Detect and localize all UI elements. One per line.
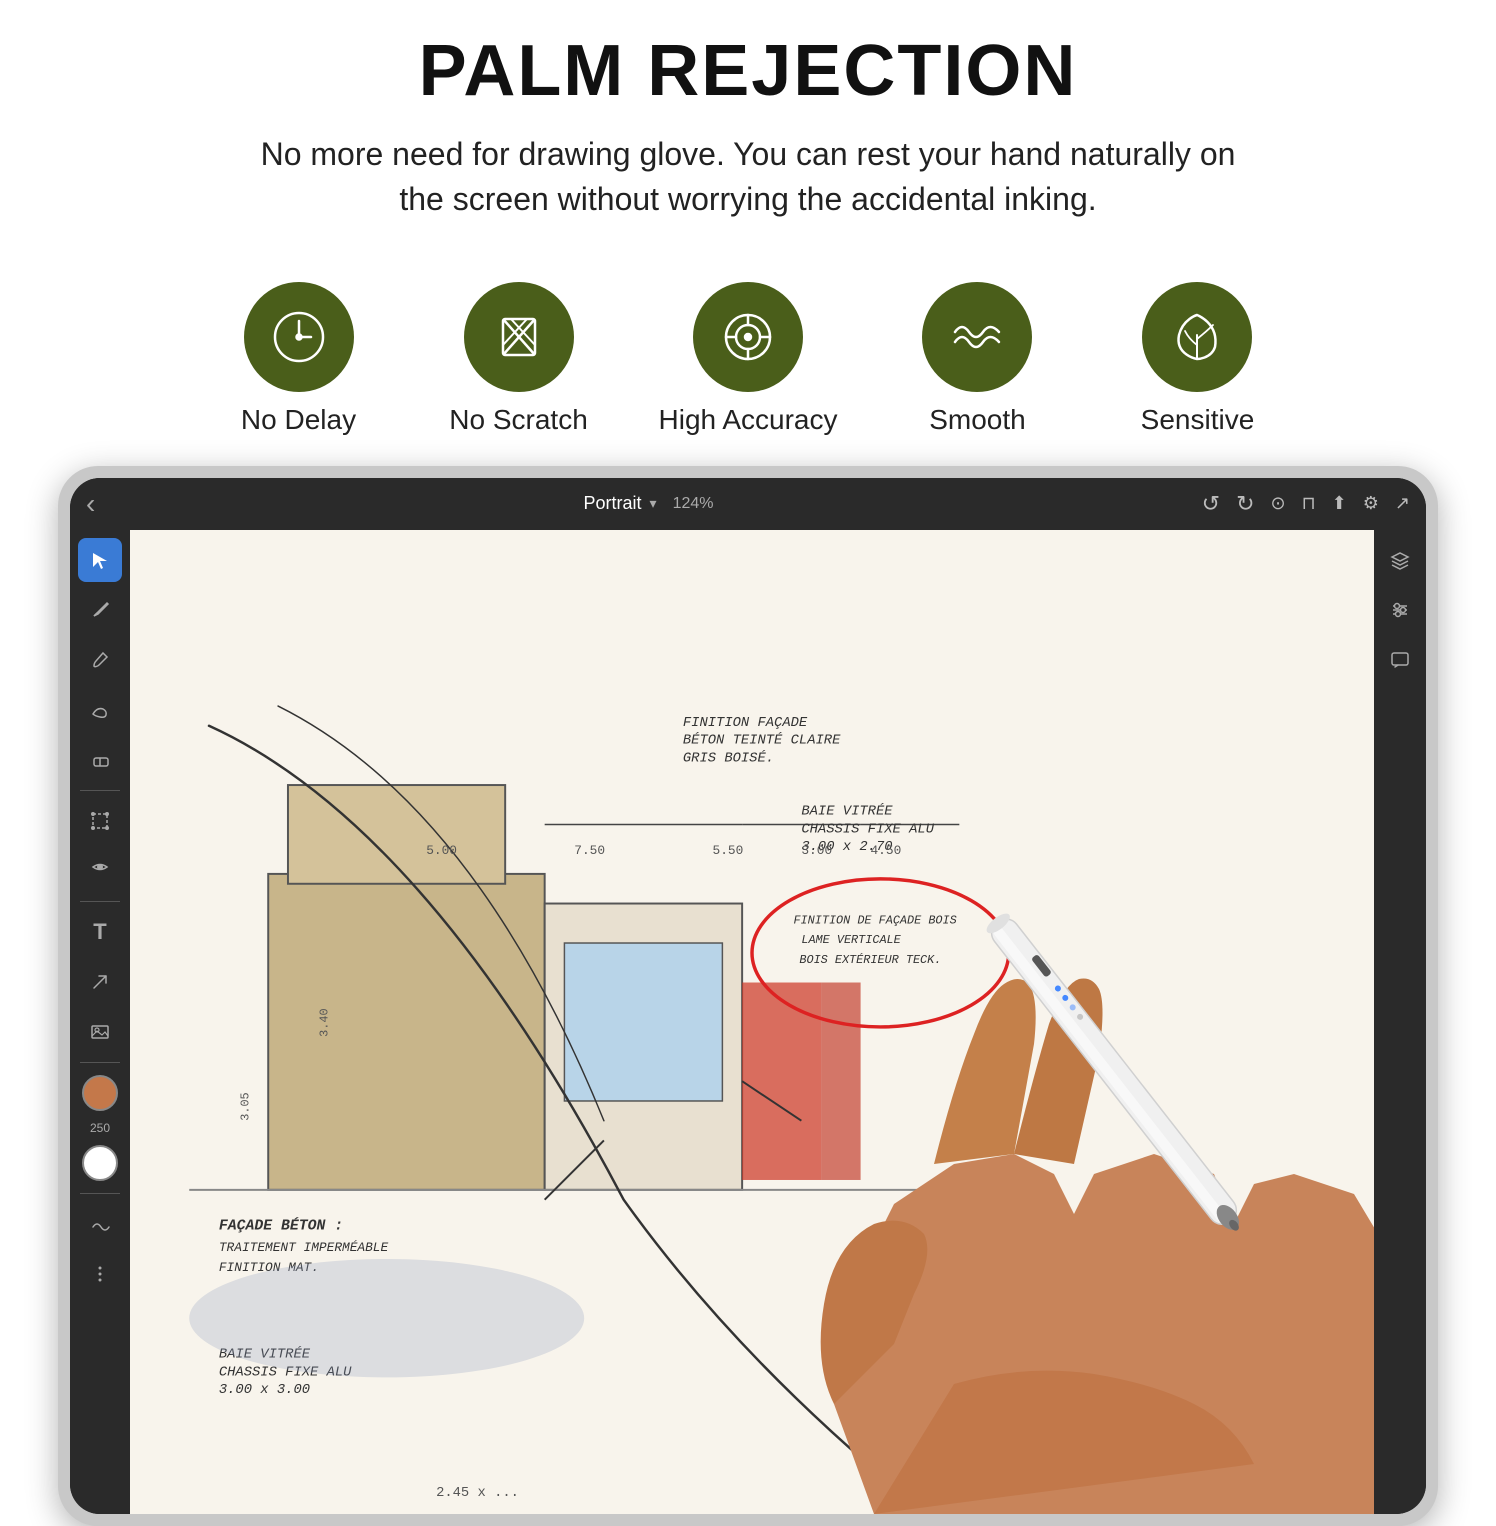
smudge-icon <box>89 699 111 721</box>
subtitle: No more need for drawing glove. You can … <box>198 132 1298 222</box>
leaf-icon <box>1167 307 1227 367</box>
high-accuracy-icon-circle <box>693 282 803 392</box>
app-topbar: ‹ Portrait ▾ 124% ↺ ↻ ⊙ ⊓ ⬆ ⚙ ↗ <box>70 478 1426 530</box>
svg-text:3.00 x 3.00: 3.00 x 3.00 <box>219 1382 310 1398</box>
select-icon <box>89 549 111 571</box>
hand-svg <box>674 784 1374 1514</box>
tool-smudge[interactable] <box>78 688 122 732</box>
wave-icon <box>947 307 1007 367</box>
ipad-section: ‹ Portrait ▾ 124% ↺ ↻ ⊙ ⊓ ⬆ ⚙ ↗ <box>0 466 1496 1526</box>
mic-icon[interactable]: ⊓ <box>1302 493 1316 514</box>
adjustments-icon[interactable] <box>1378 588 1422 632</box>
smooth-icon-circle <box>922 282 1032 392</box>
feature-high-accuracy: High Accuracy <box>659 282 838 436</box>
redo-icon[interactable]: ↻ <box>1236 491 1254 517</box>
tool-pen[interactable] <box>78 588 122 632</box>
no-scratch-icon-circle <box>464 282 574 392</box>
brush-icon <box>89 649 111 671</box>
svg-text:2.45 x ...: 2.45 x ... <box>436 1484 519 1500</box>
help-icon[interactable]: ⊙ <box>1271 493 1286 514</box>
feature-smooth: Smooth <box>897 282 1057 436</box>
sensitive-icon-circle <box>1142 282 1252 392</box>
subtitle-line2: the screen without worrying the accident… <box>399 181 1096 217</box>
cursor-icon[interactable]: ↗ <box>1395 493 1410 514</box>
tool-image[interactable] <box>78 1010 122 1054</box>
feature-sensitive: Sensitive <box>1117 282 1277 436</box>
sliders-svg <box>1389 599 1411 621</box>
right-panel <box>1374 530 1426 1514</box>
comments-icon[interactable] <box>1378 638 1422 682</box>
tool-brush[interactable] <box>78 638 122 682</box>
share-icon[interactable]: ⬆ <box>1332 493 1347 514</box>
left-toolbar: T <box>70 530 130 1514</box>
svg-text:7.50: 7.50 <box>574 843 605 858</box>
sensitive-label: Sensitive <box>1141 404 1255 436</box>
tool-text[interactable]: T <box>78 910 122 954</box>
arrow-icon <box>89 971 111 993</box>
tool-select[interactable] <box>78 538 122 582</box>
app-content: T <box>70 530 1426 1514</box>
tool-smudge2[interactable] <box>78 1202 122 1246</box>
portrait-label[interactable]: Portrait <box>584 493 642 514</box>
text-icon: T <box>93 919 106 945</box>
eraser-icon <box>89 749 111 771</box>
adjust-icon <box>89 860 111 882</box>
svg-text:FAÇADE BÉTON :: FAÇADE BÉTON : <box>219 1216 343 1234</box>
no-delay-label: No Delay <box>241 404 356 436</box>
no-scratch-label: No Scratch <box>449 404 588 436</box>
subtitle-line1: No more need for drawing glove. You can … <box>261 136 1236 172</box>
feature-no-delay: No Delay <box>219 282 379 436</box>
crosshair-icon <box>718 307 778 367</box>
main-title: PALM REJECTION <box>60 30 1436 112</box>
secondary-color-swatch[interactable] <box>82 1145 118 1181</box>
undo-icon[interactable]: ↺ <box>1202 491 1220 517</box>
layers-svg <box>1389 549 1411 571</box>
dropdown-arrow[interactable]: ▾ <box>650 495 657 512</box>
tool-adjust[interactable] <box>78 849 122 893</box>
toolbar-separator-1 <box>80 790 120 791</box>
settings-icon[interactable]: ⚙ <box>1363 493 1379 514</box>
svg-text:3.05: 3.05 <box>238 1092 252 1120</box>
back-button[interactable]: ‹ <box>86 488 95 520</box>
topbar-right: ↺ ↻ ⊙ ⊓ ⬆ ⚙ ↗ <box>1202 491 1410 517</box>
transform-icon <box>89 810 111 832</box>
header-section: PALM REJECTION No more need for drawing … <box>0 0 1496 272</box>
primary-color-swatch[interactable] <box>82 1075 118 1111</box>
brush-size-label: 250 <box>90 1121 110 1135</box>
smooth-label: Smooth <box>929 404 1026 436</box>
toolbar-separator-4 <box>80 1193 120 1194</box>
comment-svg <box>1389 649 1411 671</box>
tool-eraser[interactable] <box>78 738 122 782</box>
no-scratch-icon <box>489 307 549 367</box>
tool-arrow[interactable] <box>78 960 122 1004</box>
toolbar-separator-2 <box>80 901 120 902</box>
high-accuracy-label: High Accuracy <box>659 404 838 436</box>
topbar-center: Portrait ▾ 124% <box>584 493 714 514</box>
topbar-left: ‹ <box>86 488 95 520</box>
tool-extra[interactable] <box>78 1252 122 1296</box>
svg-text:BÉTON TEINTÉ CLAIRE: BÉTON TEINTÉ CLAIRE <box>683 730 841 748</box>
svg-text:5.00: 5.00 <box>426 843 457 858</box>
features-row: No Delay No Scratch <box>0 272 1496 466</box>
squiggle-icon <box>89 1213 111 1235</box>
tool-transform[interactable] <box>78 799 122 843</box>
svg-text:FINITION FAÇADE: FINITION FAÇADE <box>683 714 808 730</box>
canvas-area: FINITION FAÇADE BÉTON TEINTÉ CLAIRE GRIS… <box>130 530 1374 1514</box>
hand-stylus-overlay <box>674 784 1374 1514</box>
ipad-inner: ‹ Portrait ▾ 124% ↺ ↻ ⊙ ⊓ ⬆ ⚙ ↗ <box>70 478 1426 1514</box>
extra-icon <box>89 1263 111 1285</box>
svg-text:GRIS BOISÉ.: GRIS BOISÉ. <box>683 748 774 766</box>
clock-icon <box>269 307 329 367</box>
zoom-level: 124% <box>673 495 714 513</box>
image-icon <box>89 1021 111 1043</box>
no-delay-icon-circle <box>244 282 354 392</box>
ipad-outer: ‹ Portrait ▾ 124% ↺ ↻ ⊙ ⊓ ⬆ ⚙ ↗ <box>58 466 1438 1526</box>
svg-text:3.40: 3.40 <box>317 1008 331 1036</box>
toolbar-separator-3 <box>80 1062 120 1063</box>
pen-icon <box>89 599 111 621</box>
layers-icon[interactable] <box>1378 538 1422 582</box>
svg-text:TRAITEMENT IMPERMÉABLE: TRAITEMENT IMPERMÉABLE <box>219 1240 389 1255</box>
feature-no-scratch: No Scratch <box>439 282 599 436</box>
